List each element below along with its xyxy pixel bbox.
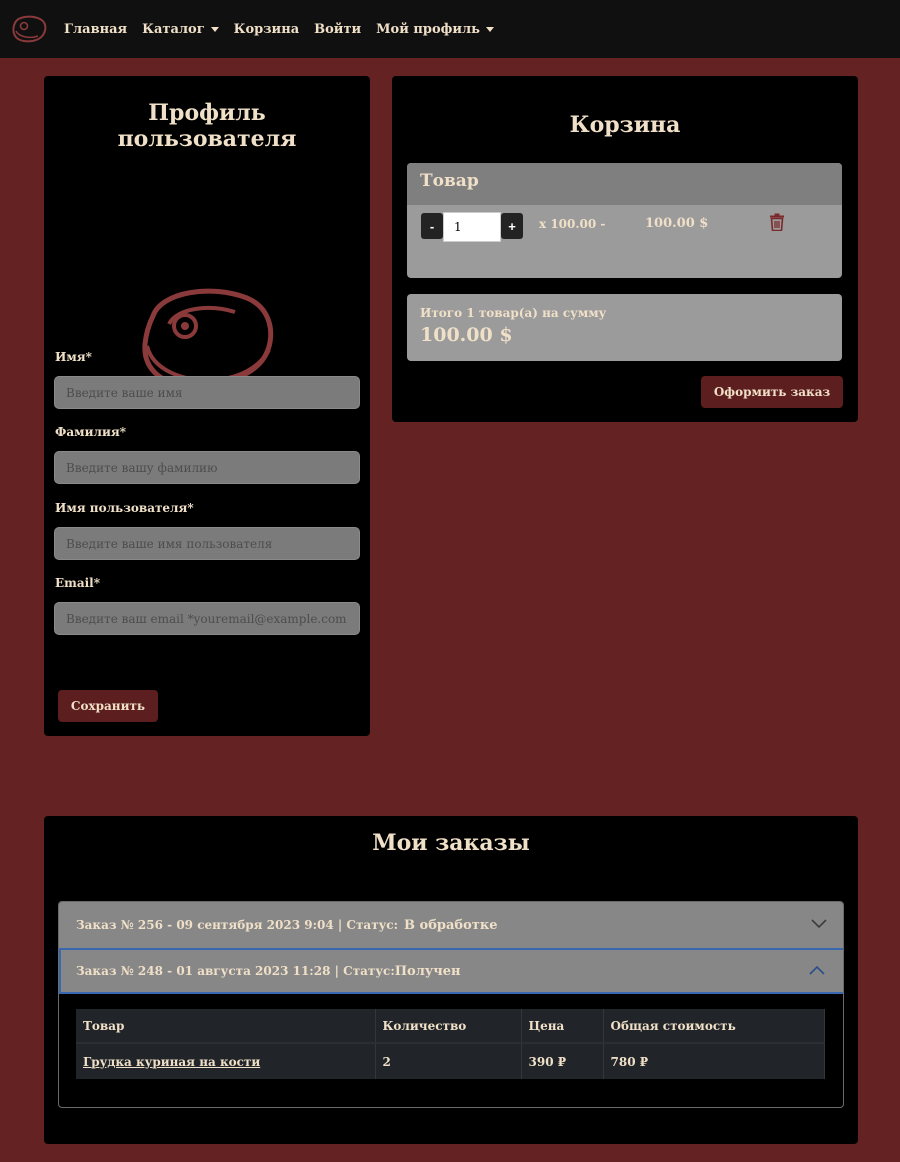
orders-title: Мои заказы — [372, 830, 530, 856]
order-256-header[interactable]: Заказ № 256 - 09 сентября 2023 9:04 | Ст… — [59, 902, 843, 948]
checkout-button[interactable]: Оформить заказ — [701, 376, 843, 408]
cart-total-value: 100.00 $ — [420, 324, 513, 346]
cart-card: Корзина Товар - + x 100.00 - 100.00 $ Ит… — [392, 76, 858, 422]
chevron-up-icon — [809, 964, 825, 978]
nav-home-label: Главная — [64, 21, 128, 37]
column-header: Количество — [375, 1009, 522, 1044]
username-input[interactable] — [54, 527, 360, 560]
nav-profile-label: Мой профиль — [376, 21, 481, 37]
order-248-header[interactable]: Заказ № 248 - 01 августа 2023 11:28 | Ст… — [59, 948, 843, 994]
email-label: Email* — [55, 576, 101, 590]
cart-total-label: Итого 1 товар(а) на сумму — [420, 306, 607, 320]
orders-accordion: Заказ № 256 - 09 сентября 2023 9:04 | Ст… — [58, 901, 844, 1108]
profile-title-line1: Профиль — [148, 100, 266, 126]
column-header: Цена — [521, 1009, 604, 1044]
nav-login-label: Войти — [314, 21, 362, 37]
profile-title-line2: пользователя — [117, 126, 297, 152]
table-cell-product: Грудка куриная на кости — [76, 1043, 376, 1079]
profile-title: Профиль пользователя — [44, 100, 370, 152]
quantity-input[interactable] — [443, 212, 501, 242]
quantity-decrease-button[interactable]: - — [421, 213, 443, 239]
first-name-input[interactable] — [54, 376, 360, 409]
logo-steak-icon[interactable] — [10, 14, 48, 44]
nav-cart[interactable]: Корзина — [234, 22, 299, 37]
column-header: Общая стоимость — [603, 1009, 825, 1044]
product-link[interactable]: Грудка куриная на кости — [83, 1055, 260, 1069]
navbar: Главная Каталог Корзина Войти Мой профил… — [0, 0, 900, 58]
email-input[interactable] — [54, 602, 360, 635]
chevron-down-icon — [811, 918, 827, 932]
table-row: Грудка куриная на кости 2 390 ₽ 780 ₽ — [76, 1043, 825, 1079]
nav-catalog-label: Каталог — [142, 21, 205, 37]
profile-card: Профиль пользователя Имя* Фамилия* Имя п… — [44, 76, 370, 736]
first-name-label: Имя* — [55, 350, 92, 364]
username-label: Имя пользователя* — [55, 501, 194, 515]
order-status: В обработке — [404, 917, 498, 933]
cart-total-box: Итого 1 товар(а) на сумму 100.00 $ — [407, 294, 842, 361]
order-header-text: Заказ № 256 - 09 сентября 2023 9:04 | Ст… — [76, 918, 399, 932]
table-cell-price: 390 ₽ — [521, 1043, 604, 1079]
trash-icon[interactable] — [769, 213, 785, 235]
order-items-table: Товар Количество Цена Общая стоимость Гр… — [76, 1009, 825, 1079]
nav-profile-dropdown[interactable]: Мой профиль — [376, 21, 495, 37]
table-cell-quantity: 2 — [375, 1043, 522, 1079]
caret-down-icon — [486, 26, 495, 32]
save-button[interactable]: Сохранить — [58, 690, 158, 722]
table-header-row: Товар Количество Цена Общая стоимость — [76, 1009, 825, 1044]
cart-item-sum: 100.00 $ — [645, 216, 709, 231]
caret-down-icon — [210, 26, 219, 32]
nav-cart-label: Корзина — [233, 21, 300, 37]
order-header-text: Заказ № 248 - 01 августа 2023 11:28 | Ст… — [76, 964, 395, 978]
nav-catalog-dropdown[interactable]: Каталог — [142, 22, 219, 37]
nav-login[interactable]: Войти — [314, 22, 361, 37]
orders-card: Мои заказы Заказ № 256 - 09 сентября 202… — [44, 816, 858, 1144]
cart-title: Корзина — [569, 112, 681, 138]
last-name-input[interactable] — [54, 451, 360, 484]
column-header: Товар — [76, 1009, 376, 1044]
nav-home[interactable]: Главная — [64, 22, 127, 37]
cart-column-header: Товар — [407, 163, 842, 205]
table-cell-total: 780 ₽ — [603, 1043, 825, 1079]
quantity-increase-button[interactable]: + — [501, 213, 523, 239]
cart-table: Товар - + x 100.00 - 100.00 $ — [407, 163, 842, 278]
cart-item-unit-price: x 100.00 - — [539, 217, 606, 231]
order-status: Получен — [394, 963, 461, 979]
last-name-label: Фамилия* — [55, 425, 126, 439]
